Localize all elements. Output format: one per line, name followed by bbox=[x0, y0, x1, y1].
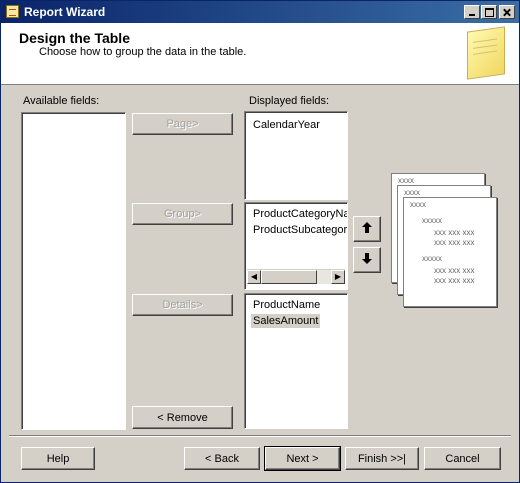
list-item[interactable]: CalendarYear bbox=[251, 118, 322, 132]
arrow-down-icon bbox=[362, 253, 372, 264]
list-item[interactable]: ProductCategoryName bbox=[251, 207, 347, 221]
preview-group-1: xxxxx bbox=[422, 216, 442, 225]
horizontal-scrollbar[interactable]: ◀ ▶ bbox=[247, 269, 345, 284]
available-fields-list[interactable] bbox=[21, 112, 126, 430]
finish-button[interactable]: Finish >>| bbox=[345, 447, 419, 470]
sticky-note-icon bbox=[467, 26, 505, 80]
footer-separator bbox=[9, 435, 511, 437]
move-down-button[interactable] bbox=[353, 247, 381, 273]
list-item[interactable]: ProductName bbox=[251, 298, 322, 312]
preview-header-3: xxxx bbox=[410, 200, 426, 209]
arrow-up-icon bbox=[362, 222, 372, 233]
page-subtitle: Choose how to group the data in the tabl… bbox=[39, 46, 247, 58]
cancel-button[interactable]: Cancel bbox=[424, 447, 501, 470]
preview-row-4: xxx xxx xxx bbox=[434, 276, 475, 285]
maximize-button[interactable] bbox=[481, 5, 497, 19]
title-bar[interactable]: Report Wizard bbox=[1, 1, 519, 23]
minimize-button[interactable] bbox=[464, 5, 480, 19]
scrollbar-thumb[interactable] bbox=[261, 270, 317, 284]
next-button[interactable]: Next > bbox=[264, 446, 341, 471]
details-button[interactable]: Details> bbox=[132, 294, 233, 316]
close-button[interactable] bbox=[499, 5, 515, 19]
group-button[interactable]: Group> bbox=[132, 203, 233, 225]
preview-header-1: xxxx bbox=[398, 176, 414, 185]
move-up-button[interactable] bbox=[353, 216, 381, 242]
page-button[interactable]: Page> bbox=[132, 113, 233, 135]
back-button[interactable]: < Back bbox=[184, 447, 260, 470]
help-button[interactable]: Help bbox=[21, 447, 95, 470]
details-fields-list[interactable]: ProductName SalesAmount bbox=[244, 293, 348, 429]
preview-row-3: xxx xxx xxx bbox=[434, 266, 475, 275]
preview-row-2: xxx xxx xxx bbox=[434, 238, 475, 247]
page-title: Design the Table bbox=[19, 30, 130, 46]
group-fields-list[interactable]: ProductCategoryName ProductSubcategoryNa… bbox=[244, 202, 348, 290]
displayed-fields-label: Displayed fields: bbox=[249, 95, 330, 107]
report-wizard-window: Report Wizard Design the Table Choose ho… bbox=[0, 0, 520, 483]
available-fields-label: Available fields: bbox=[23, 95, 100, 107]
list-item-selected[interactable]: SalesAmount bbox=[251, 314, 321, 328]
wizard-header: Design the Table Choose how to group the… bbox=[1, 23, 519, 85]
page-fields-list[interactable]: CalendarYear bbox=[244, 111, 348, 200]
preview-page-3: xxxx xxxxx xxx xxx xxx xxx xxx xxx xxxxx… bbox=[403, 197, 497, 307]
list-item[interactable]: ProductSubcategoryName bbox=[251, 223, 347, 237]
preview-group-2: xxxxx bbox=[422, 254, 442, 263]
remove-button[interactable]: < Remove bbox=[132, 406, 233, 429]
scroll-right-icon[interactable]: ▶ bbox=[331, 270, 345, 284]
preview-header-2: xxxx bbox=[404, 188, 420, 197]
scroll-left-icon[interactable]: ◀ bbox=[247, 270, 261, 284]
window-title: Report Wizard bbox=[24, 5, 106, 19]
report-wizard-icon bbox=[6, 5, 19, 18]
preview-row-1: xxx xxx xxx bbox=[434, 228, 475, 237]
